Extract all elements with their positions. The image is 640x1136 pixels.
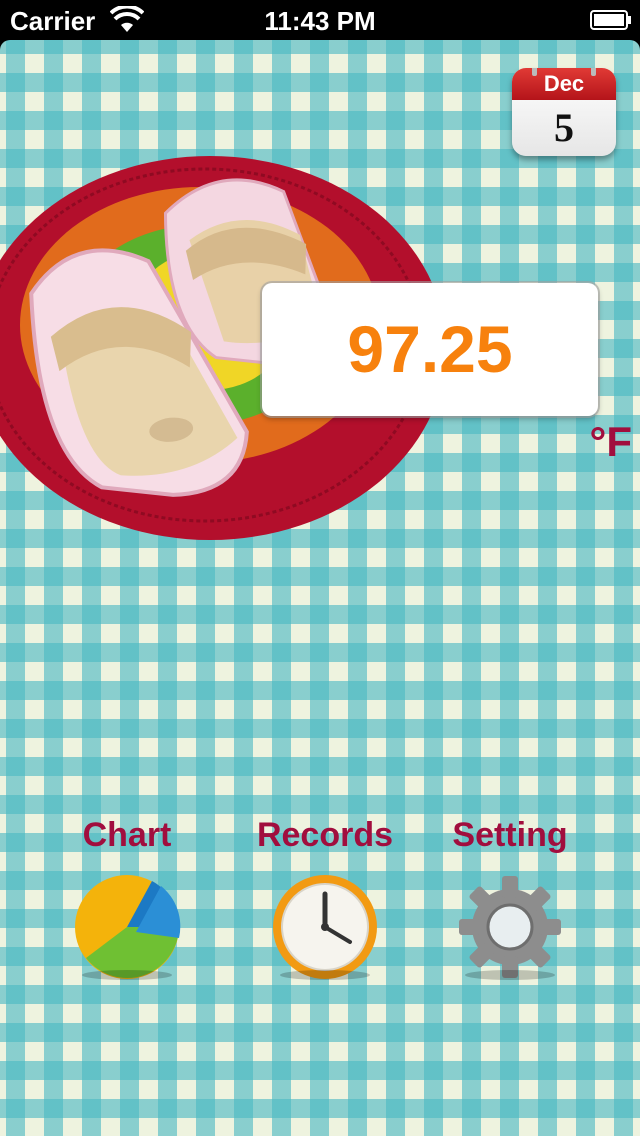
calendar-icon[interactable]: Dec 5: [512, 68, 616, 156]
chart-shadow: [82, 970, 172, 980]
temperature-display: 97.25: [262, 283, 598, 416]
setting-label: Setting: [452, 816, 568, 854]
calendar-rings: [532, 68, 596, 76]
temperature-unit[interactable]: °F: [572, 418, 632, 466]
setting-button[interactable]: Setting: [425, 812, 595, 982]
chart-label: Chart: [82, 816, 172, 854]
battery-icon: [590, 10, 631, 30]
status-time: 11:43 PM: [264, 6, 376, 36]
chart-button[interactable]: Chart: [42, 812, 212, 982]
calendar-day: 5: [554, 105, 574, 150]
status-bar: Carrier 11:43 PM: [0, 0, 640, 40]
records-label: Records: [256, 816, 394, 854]
gear-icon: [459, 876, 561, 978]
setting-shadow: [465, 970, 555, 980]
records-button[interactable]: Records: [240, 812, 410, 982]
pie-chart-icon: [75, 875, 181, 979]
records-shadow: [280, 970, 370, 980]
clock-icon: [273, 875, 377, 979]
